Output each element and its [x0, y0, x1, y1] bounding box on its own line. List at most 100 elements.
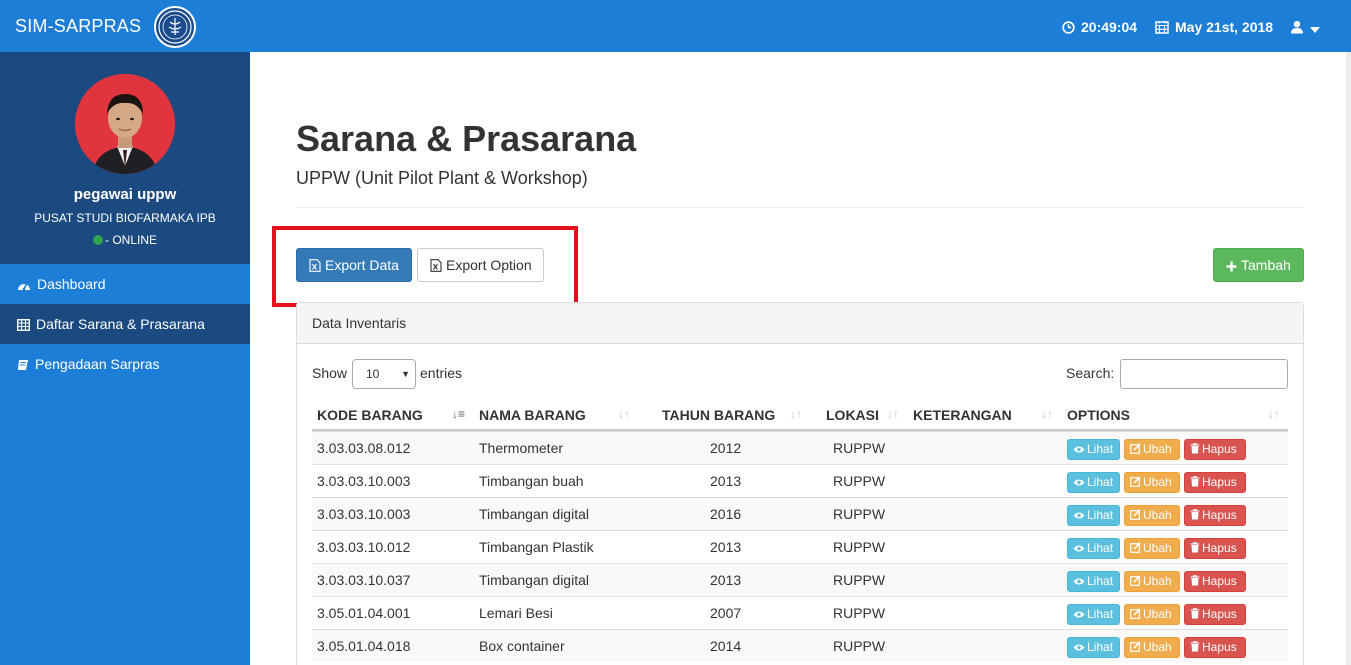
view-button[interactable]: Lihat — [1067, 505, 1120, 526]
sort-icon[interactable]: ↓↑ — [618, 407, 630, 421]
view-button[interactable]: Lihat — [1067, 604, 1120, 625]
page-scrollbar[interactable] — [1346, 52, 1351, 665]
eye-icon — [1073, 512, 1085, 519]
page-size-select[interactable]: 10 ▼ — [352, 359, 416, 389]
app-brand[interactable]: SIM-SARPRAS — [15, 0, 141, 52]
search-label: Search: — [1066, 365, 1115, 381]
online-status-dot-icon — [92, 235, 103, 245]
view-button[interactable]: Lihat — [1067, 472, 1120, 493]
view-button[interactable]: Lihat — [1067, 637, 1120, 658]
cell-tahun: 2013 — [710, 539, 742, 555]
delete-button[interactable]: Hapus — [1184, 604, 1246, 625]
cell-kode: 3.03.03.10.003 — [317, 473, 411, 489]
avatar[interactable] — [75, 74, 175, 174]
cell-tahun: 2012 — [710, 440, 742, 456]
edit-button[interactable]: Ubah — [1124, 505, 1180, 526]
sort-icon[interactable]: ↓↑ — [1268, 407, 1280, 421]
delete-button[interactable]: Hapus — [1184, 505, 1246, 526]
cell-nama: Lemari Besi — [479, 605, 553, 621]
delete-button[interactable]: Hapus — [1184, 439, 1246, 460]
view-label: Lihat — [1087, 574, 1114, 588]
edit-icon — [1130, 608, 1141, 619]
edit-button[interactable]: Ubah — [1124, 571, 1180, 592]
view-button[interactable]: Lihat — [1067, 538, 1120, 559]
delete-label: Hapus — [1202, 508, 1237, 522]
excel-file-icon — [309, 259, 321, 272]
view-label: Lihat — [1087, 475, 1114, 489]
delete-label: Hapus — [1202, 475, 1237, 489]
sort-icon[interactable]: ↓↑ — [790, 407, 802, 421]
ipb-logo-icon — [154, 6, 196, 48]
eye-icon — [1073, 446, 1085, 453]
edit-icon — [1130, 575, 1141, 586]
view-label: Lihat — [1087, 541, 1114, 555]
edit-button[interactable]: Ubah — [1124, 637, 1180, 658]
clock-display: 20:49:04 — [1062, 0, 1137, 52]
view-button[interactable]: Lihat — [1067, 439, 1120, 460]
column-header-keterangan[interactable]: KETERANGAN — [913, 407, 1012, 423]
cell-nama: Timbangan Plastik — [479, 539, 594, 555]
calendar-icon — [1155, 21, 1169, 34]
plus-icon — [1226, 261, 1237, 272]
table-row: 3.03.03.08.012 Thermometer 2012 RUPPW Li… — [312, 431, 1288, 464]
top-navbar: SIM-SARPRAS 20:49:04 May 21st, 2018 — [0, 0, 1351, 52]
table-icon — [16, 318, 31, 332]
table-row: 3.03.03.10.003 Timbangan buah 2013 RUPPW… — [312, 464, 1288, 497]
column-header-kode[interactable]: KODE BARANG — [317, 407, 423, 423]
delete-label: Hapus — [1202, 442, 1237, 456]
add-button[interactable]: Tambah — [1213, 248, 1304, 282]
select-caret-icon: ▼ — [401, 369, 410, 379]
edit-button[interactable]: Ubah — [1124, 472, 1180, 493]
column-header-options[interactable]: OPTIONS — [1067, 407, 1130, 423]
cell-kode: 3.05.01.04.018 — [317, 638, 411, 654]
cell-kode: 3.05.01.04.001 — [317, 605, 411, 621]
cell-nama: Timbangan digital — [479, 506, 589, 522]
user-icon — [1291, 21, 1303, 34]
table-row: 3.05.01.04.001 Lemari Besi 2007 RUPPW Li… — [312, 596, 1288, 629]
delete-button[interactable]: Hapus — [1184, 637, 1246, 658]
delete-label: Hapus — [1202, 574, 1237, 588]
edit-button[interactable]: Ubah — [1124, 538, 1180, 559]
edit-label: Ubah — [1143, 508, 1172, 522]
edit-icon — [1130, 509, 1141, 520]
sidebar-item-pengadaan[interactable]: Pengadaan Sarpras — [0, 344, 250, 384]
delete-button[interactable]: Hapus — [1184, 571, 1246, 592]
edit-button[interactable]: Ubah — [1124, 439, 1180, 460]
user-profile-panel: pegawai uppw PUSAT STUDI BIOFARMAKA IPB … — [0, 52, 250, 264]
sidebar-item-label: Dashboard — [37, 276, 106, 292]
edit-button[interactable]: Ubah — [1124, 604, 1180, 625]
excel-file-icon — [430, 259, 442, 272]
delete-label: Hapus — [1202, 607, 1237, 621]
column-header-tahun[interactable]: TAHUN BARANG — [662, 407, 775, 423]
edit-label: Ubah — [1143, 640, 1172, 654]
cell-tahun: 2013 — [710, 473, 742, 489]
caret-down-icon — [1310, 27, 1320, 33]
eye-icon — [1073, 611, 1085, 618]
show-label: Show — [312, 365, 348, 381]
sort-icon[interactable]: ↓↑ — [887, 407, 899, 421]
delete-button[interactable]: Hapus — [1184, 472, 1246, 493]
cell-nama: Timbangan buah — [479, 473, 584, 489]
column-header-lokasi[interactable]: LOKASI — [826, 407, 879, 423]
edit-label: Ubah — [1143, 574, 1172, 588]
export-data-button[interactable]: Export Data — [296, 248, 412, 282]
delete-button[interactable]: Hapus — [1184, 538, 1246, 559]
edit-label: Ubah — [1143, 442, 1172, 456]
export-option-button[interactable]: Export Option — [417, 248, 544, 282]
sort-icon[interactable]: ↓↑ — [1041, 407, 1053, 421]
user-menu-toggle[interactable] — [1290, 0, 1326, 52]
search-input[interactable] — [1120, 359, 1288, 389]
sidebar-item-daftar-sarana[interactable]: Daftar Sarana & Prasarana — [0, 304, 250, 344]
cell-lokasi: RUPPW — [833, 473, 886, 489]
column-header-nama[interactable]: NAMA BARANG — [479, 407, 586, 423]
time-text: 20:49:04 — [1081, 19, 1138, 35]
sort-asc-icon[interactable]: ↓≡ — [452, 407, 465, 421]
sidebar-item-dashboard[interactable]: Dashboard — [0, 264, 250, 304]
trash-icon — [1190, 476, 1200, 487]
view-button[interactable]: Lihat — [1067, 571, 1120, 592]
sidebar-item-label: Pengadaan Sarpras — [35, 356, 160, 372]
page-title: Sarana & Prasarana — [296, 118, 637, 159]
table-row: 3.03.03.10.037 Timbangan digital 2013 RU… — [312, 563, 1288, 596]
panel-heading: Data Inventaris — [297, 303, 1303, 344]
cell-lokasi: RUPPW — [833, 506, 886, 522]
